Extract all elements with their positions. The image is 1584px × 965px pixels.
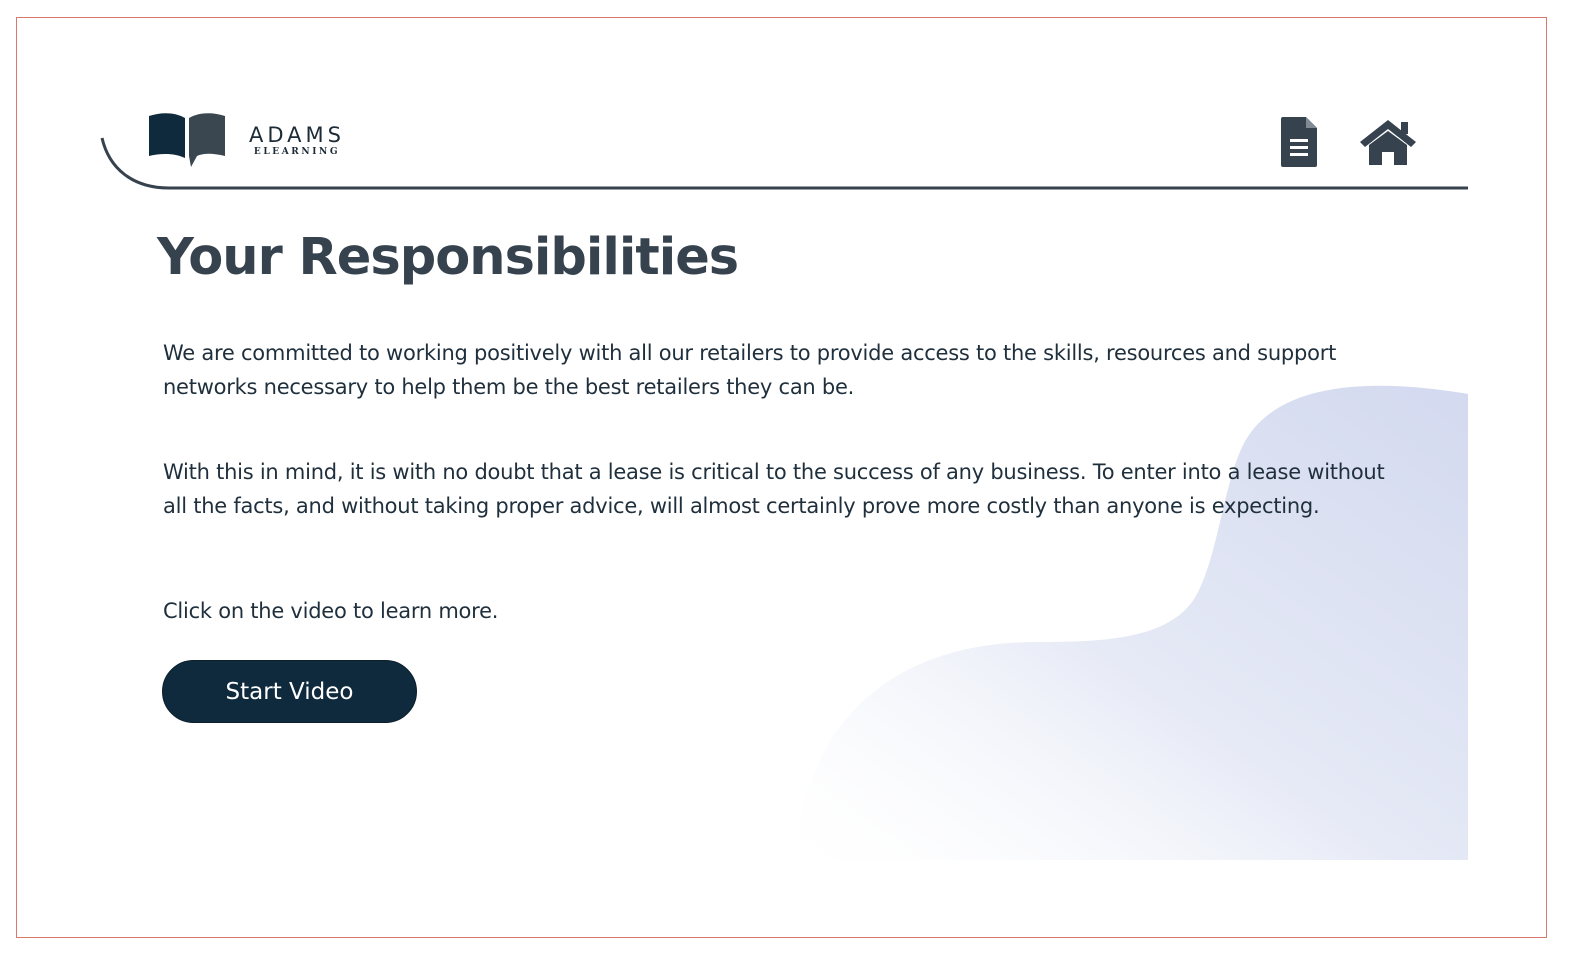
page-title: Your Responsibilities [157, 228, 739, 287]
home-icon[interactable] [1359, 118, 1417, 166]
intro-paragraph: We are committed to working positively w… [163, 341, 1337, 399]
instruction-text: Click on the video to learn more. [163, 599, 499, 623]
logo-text: ADAMS ELEARNING [249, 124, 345, 158]
document-icon[interactable] [1279, 116, 1319, 168]
logo-name: ADAMS [249, 123, 345, 147]
logo-subtitle: ELEARNING [253, 147, 341, 157]
logo: ADAMS ELEARNING [147, 112, 345, 170]
slide-frame: ADAMS ELEARNING Your Responsibilities We… [16, 17, 1547, 938]
start-video-button[interactable]: Start Video [162, 660, 417, 723]
lease-paragraph: With this in mind, it is with no doubt t… [163, 460, 1385, 518]
book-logo-icon [149, 113, 225, 167]
